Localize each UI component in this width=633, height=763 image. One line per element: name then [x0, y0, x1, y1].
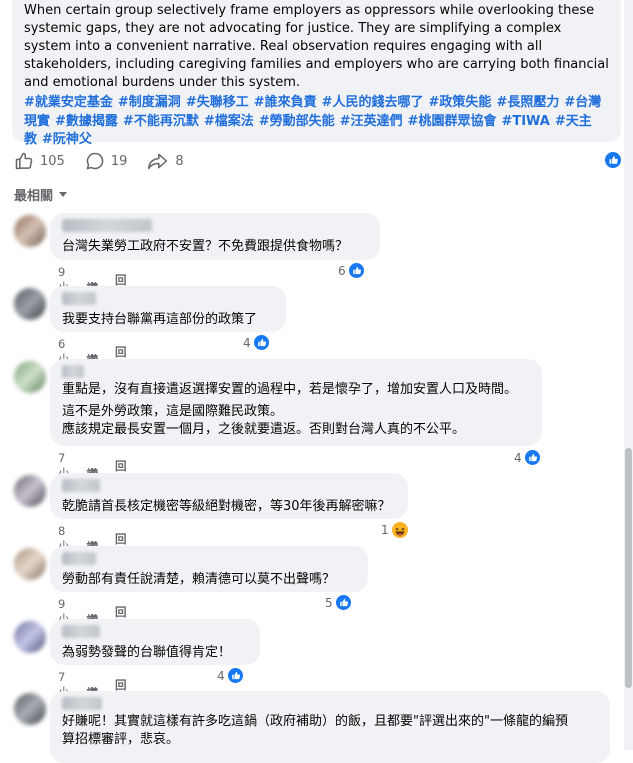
avatar[interactable]	[14, 621, 46, 653]
comment-text: 算招標審評，悲哀。	[62, 732, 180, 747]
like-icon	[253, 335, 269, 350]
avatar[interactable]	[14, 693, 46, 725]
author-name[interactable]	[62, 479, 100, 492]
comment-reaction-count[interactable]: 6	[338, 263, 364, 278]
like-reaction-icon[interactable]	[605, 152, 621, 168]
comment-bubble: 台灣失業勞工政府不安置？不免費跟提供食物嗎？	[50, 213, 380, 260]
hashtag-link[interactable]: #TIWA	[501, 114, 549, 129]
comment-text: 我要支持台聯黨再這部份的政策了	[62, 312, 258, 327]
author-name[interactable]	[62, 292, 96, 305]
comment-reaction-count[interactable]: 4	[514, 450, 540, 465]
comment-reaction-count[interactable]: 4	[217, 668, 243, 683]
caret-down-icon	[59, 192, 68, 197]
post-text: When certain group selectively frame emp…	[24, 3, 609, 90]
comment-reaction-count[interactable]: 5	[325, 595, 351, 610]
comment-text: 乾脆請首長核定機密等級絕對機密，等30年後再解密嘛？	[62, 499, 391, 514]
comment-reaction-count[interactable]: 1	[381, 522, 408, 538]
comment-text: 重點是，沒有直接遣返選擇安置的過程中，若是懷孕了，增加安置人口及時間。	[62, 382, 518, 397]
comment-text: 台灣失業勞工政府不安置？不免費跟提供食物嗎？	[62, 239, 349, 254]
hashtag-link[interactable]: #失聯移工	[186, 95, 249, 110]
hashtag-list: #就業安定基金 #制度漏洞 #失聯移工 #誰來負責 #人民的錢去哪了 #政策失能 #長照壓力…	[24, 94, 609, 150]
haha-icon	[391, 522, 408, 538]
share-arrow-icon	[148, 153, 168, 170]
comment-text: 好賺呢！其實就這樣有許多吃這鍋（政府補助）的飯，且都要"評選出來的"一條龍的編預	[62, 714, 568, 729]
comment-sort-dropdown[interactable]: 最相關	[14, 185, 68, 204]
comment-reaction-count[interactable]: 4	[243, 335, 269, 350]
hashtag-link[interactable]: #就業安定基金	[24, 95, 113, 110]
author-name[interactable]	[62, 365, 84, 378]
hashtag-link[interactable]: #人民的錢去哪了	[322, 95, 424, 110]
share-count: 8	[175, 153, 184, 169]
hashtag-link[interactable]: #制度漏洞	[118, 95, 181, 110]
avatar[interactable]	[14, 288, 46, 320]
hashtag-link[interactable]: #不能再沉默	[123, 114, 199, 129]
comment-bubble: 為弱勢發聲的台聯值得肯定！	[50, 619, 260, 665]
comment-bubble: 好賺呢！其實就這樣有許多吃這鍋（政府補助）的飯，且都要"評選出來的"一條龍的編預…	[50, 691, 610, 763]
avatar[interactable]	[14, 548, 46, 580]
scrollbar[interactable]	[624, 0, 633, 750]
like-icon	[335, 595, 351, 610]
author-name[interactable]	[62, 552, 96, 565]
comment-bubble-icon	[86, 152, 104, 170]
comment-text: 為弱勢發聲的台聯值得肯定！	[62, 645, 232, 660]
post-action-row: 105 19 8	[14, 150, 624, 172]
like-count: 105	[40, 153, 65, 169]
like-button[interactable]: 105	[14, 151, 65, 171]
share-button[interactable]: 8	[147, 151, 184, 171]
avatar[interactable]	[14, 475, 46, 507]
comment-text: 應該規定最長安置一個月，之後就要遣返。否則對台灣人真的不公平。	[62, 422, 466, 437]
avatar[interactable]	[14, 361, 46, 393]
like-icon	[524, 450, 540, 465]
comment-text: 這不是外勞政策，這是國際難民政策。	[62, 404, 284, 419]
comment-bubble: 重點是，沒有直接遣返選擇安置的過程中，若是懷孕了，增加安置人口及時間。 這不是外…	[50, 359, 542, 446]
post-body: When certain group selectively frame emp…	[12, 0, 621, 147]
author-name[interactable]	[62, 697, 102, 710]
hashtag-link[interactable]: #檔案法	[204, 114, 254, 129]
comment-count: 19	[110, 153, 128, 169]
comment-bubble: 我要支持台聯黨再這部份的政策了	[50, 286, 286, 332]
hashtag-link[interactable]: #阮神父	[42, 132, 92, 147]
thumbs-up-icon	[15, 152, 33, 170]
comment-bubble: 乾脆請首長核定機密等級絕對機密，等30年後再解密嘛？	[50, 473, 408, 519]
hashtag-link[interactable]: #數據揭露	[55, 114, 118, 129]
like-icon	[227, 668, 243, 683]
hashtag-link[interactable]: #政策失能	[429, 95, 492, 110]
author-name[interactable]	[62, 625, 100, 638]
hashtag-link[interactable]: #誰來負責	[254, 95, 317, 110]
comment-button[interactable]: 19	[85, 151, 128, 171]
comment-text: 勞動部有責任說清楚，賴清德可以莫不出聲嗎？	[62, 572, 336, 587]
avatar[interactable]	[14, 215, 46, 247]
sort-label: 最相關	[14, 189, 54, 204]
hashtag-link[interactable]: #汪英達們	[340, 114, 403, 129]
hashtag-link[interactable]: #勞動部失能	[259, 114, 335, 129]
hashtag-link[interactable]: #長照壓力	[496, 95, 559, 110]
like-icon	[348, 263, 364, 278]
scrollbar-thumb[interactable]	[625, 448, 632, 688]
hashtag-link[interactable]: #桃園群眾協會	[408, 114, 497, 129]
comment-bubble: 勞動部有責任說清楚，賴清德可以莫不出聲嗎？	[50, 546, 368, 592]
author-name[interactable]	[62, 219, 152, 232]
